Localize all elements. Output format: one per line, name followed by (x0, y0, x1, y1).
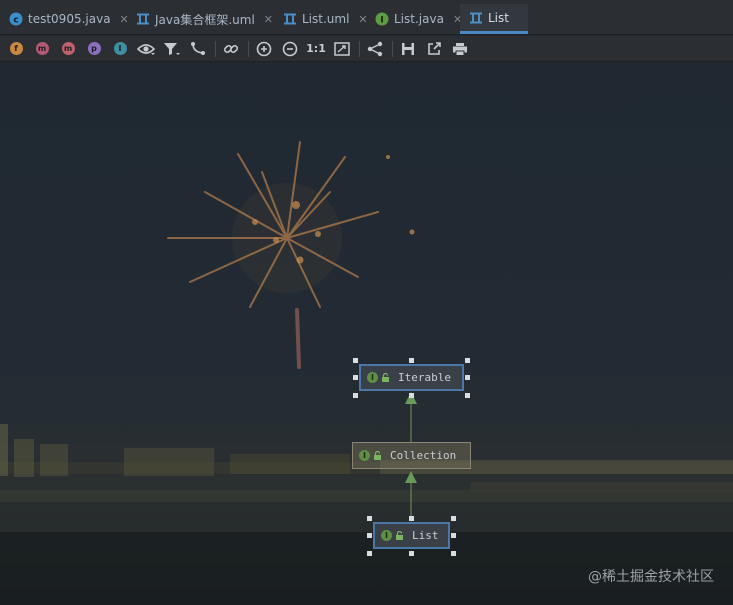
layout-icon (367, 41, 383, 56)
tab-java-collection-uml[interactable]: Java集合框架.uml ✕ (127, 4, 274, 34)
svg-text:I: I (380, 16, 383, 26)
close-icon[interactable]: ✕ (264, 13, 273, 26)
actual-size-label: 1:1 (306, 42, 326, 55)
zoom-in-button[interactable] (254, 39, 274, 59)
zoom-in-icon (256, 41, 272, 56)
inheritance-arrow-icon (405, 471, 417, 483)
field-icon: f (9, 42, 23, 55)
inner-class-icon: I (113, 42, 127, 55)
constructor-icon: m (35, 42, 49, 55)
lock-icon (373, 451, 382, 460)
show-fields-button[interactable]: f (6, 39, 26, 59)
export-icon (428, 41, 441, 55)
resize-handle[interactable] (409, 551, 414, 556)
resize-handle[interactable] (353, 375, 358, 380)
resize-handle[interactable] (465, 393, 470, 398)
property-icon: p (87, 42, 101, 55)
actual-size-button[interactable]: 1:1 (306, 39, 326, 59)
toolbar-separator (359, 40, 360, 57)
resize-handle[interactable] (465, 375, 470, 380)
resize-handle[interactable] (367, 551, 372, 556)
lock-icon (381, 373, 390, 382)
resize-handle[interactable] (451, 533, 456, 538)
resize-handle[interactable] (367, 533, 372, 538)
print-button[interactable] (450, 39, 470, 59)
interface-icon: I (359, 450, 370, 461)
diagram-edges (405, 392, 417, 519)
diagram-canvas[interactable]: I Iterable I Collection I List @稀土掘金技术社区 (0, 62, 733, 605)
print-icon (453, 42, 467, 56)
node-label: Iterable (398, 371, 451, 384)
watermark: @稀土掘金技术社区 (588, 569, 714, 585)
resize-handle[interactable] (409, 393, 414, 398)
link-icon (223, 44, 239, 53)
java-class-icon: c (8, 12, 23, 27)
resize-handle[interactable] (451, 551, 456, 556)
editor-tab-bar: c test0905.java ✕ Java集合框架.uml ✕ List.um… (0, 0, 733, 35)
uml-node-collection[interactable]: I Collection (352, 442, 471, 469)
tab-label: Java集合框架.uml (155, 12, 255, 27)
tab-label: List.uml (302, 12, 350, 26)
list-extends-collection-edge (405, 471, 417, 519)
method-icon: m (61, 42, 75, 55)
tab-label: List.java (394, 12, 444, 26)
apply-layout-button[interactable] (365, 39, 385, 59)
node-label: Collection (390, 449, 457, 462)
toolbar-separator (392, 40, 393, 57)
toolbar-separator (248, 40, 249, 57)
tab-label: test0905.java (28, 12, 111, 26)
fit-content-icon (334, 41, 350, 56)
lock-icon (395, 531, 404, 540)
resize-handle[interactable] (367, 516, 372, 521)
filter-icon (164, 42, 180, 55)
tab-list-java[interactable]: I List.java ✕ (366, 4, 462, 34)
resize-handle[interactable] (451, 516, 456, 521)
resize-handle[interactable] (353, 358, 358, 363)
interface-icon: I (374, 12, 389, 27)
save-icon (402, 42, 414, 55)
resize-handle[interactable] (465, 358, 470, 363)
eye-icon (137, 43, 155, 55)
uml-diagram-icon (282, 12, 297, 27)
tab-list-diagram[interactable]: List (460, 4, 528, 34)
node-label: List (412, 529, 439, 542)
tab-label: List (488, 10, 509, 25)
show-constructors-button[interactable]: m (32, 39, 52, 59)
show-dependencies-button[interactable] (221, 39, 241, 59)
show-inner-classes-button[interactable]: I (110, 39, 130, 59)
edge-routing-button[interactable] (188, 39, 208, 59)
tab-list-uml[interactable]: List.uml ✕ (274, 4, 368, 34)
collection-extends-iterable-edge (405, 392, 417, 442)
filter-button[interactable] (162, 39, 182, 59)
zoom-out-icon (282, 41, 298, 56)
export-button[interactable] (424, 39, 444, 59)
resize-handle[interactable] (409, 358, 414, 363)
zoom-out-button[interactable] (280, 39, 300, 59)
visibility-button[interactable] (136, 39, 156, 59)
resize-handle[interactable] (353, 393, 358, 398)
resize-handle[interactable] (409, 516, 414, 521)
show-properties-button[interactable]: p (84, 39, 104, 59)
tab-test0905-java[interactable]: c test0905.java ✕ (0, 4, 129, 34)
uml-diagram-icon (135, 12, 150, 27)
toolbar-separator (215, 40, 216, 57)
route-icon (191, 41, 205, 55)
show-methods-button[interactable]: m (58, 39, 78, 59)
fit-content-button[interactable] (332, 39, 352, 59)
diagram-toolbar: f m m p I 1:1 (0, 36, 733, 62)
interface-icon: I (367, 372, 378, 383)
uml-node-iterable[interactable]: I Iterable (359, 364, 464, 391)
uml-diagram-icon (468, 10, 483, 25)
svg-text:c: c (13, 16, 18, 26)
interface-icon: I (381, 530, 392, 541)
uml-node-list[interactable]: I List (373, 522, 450, 549)
save-diagram-button[interactable] (398, 39, 418, 59)
